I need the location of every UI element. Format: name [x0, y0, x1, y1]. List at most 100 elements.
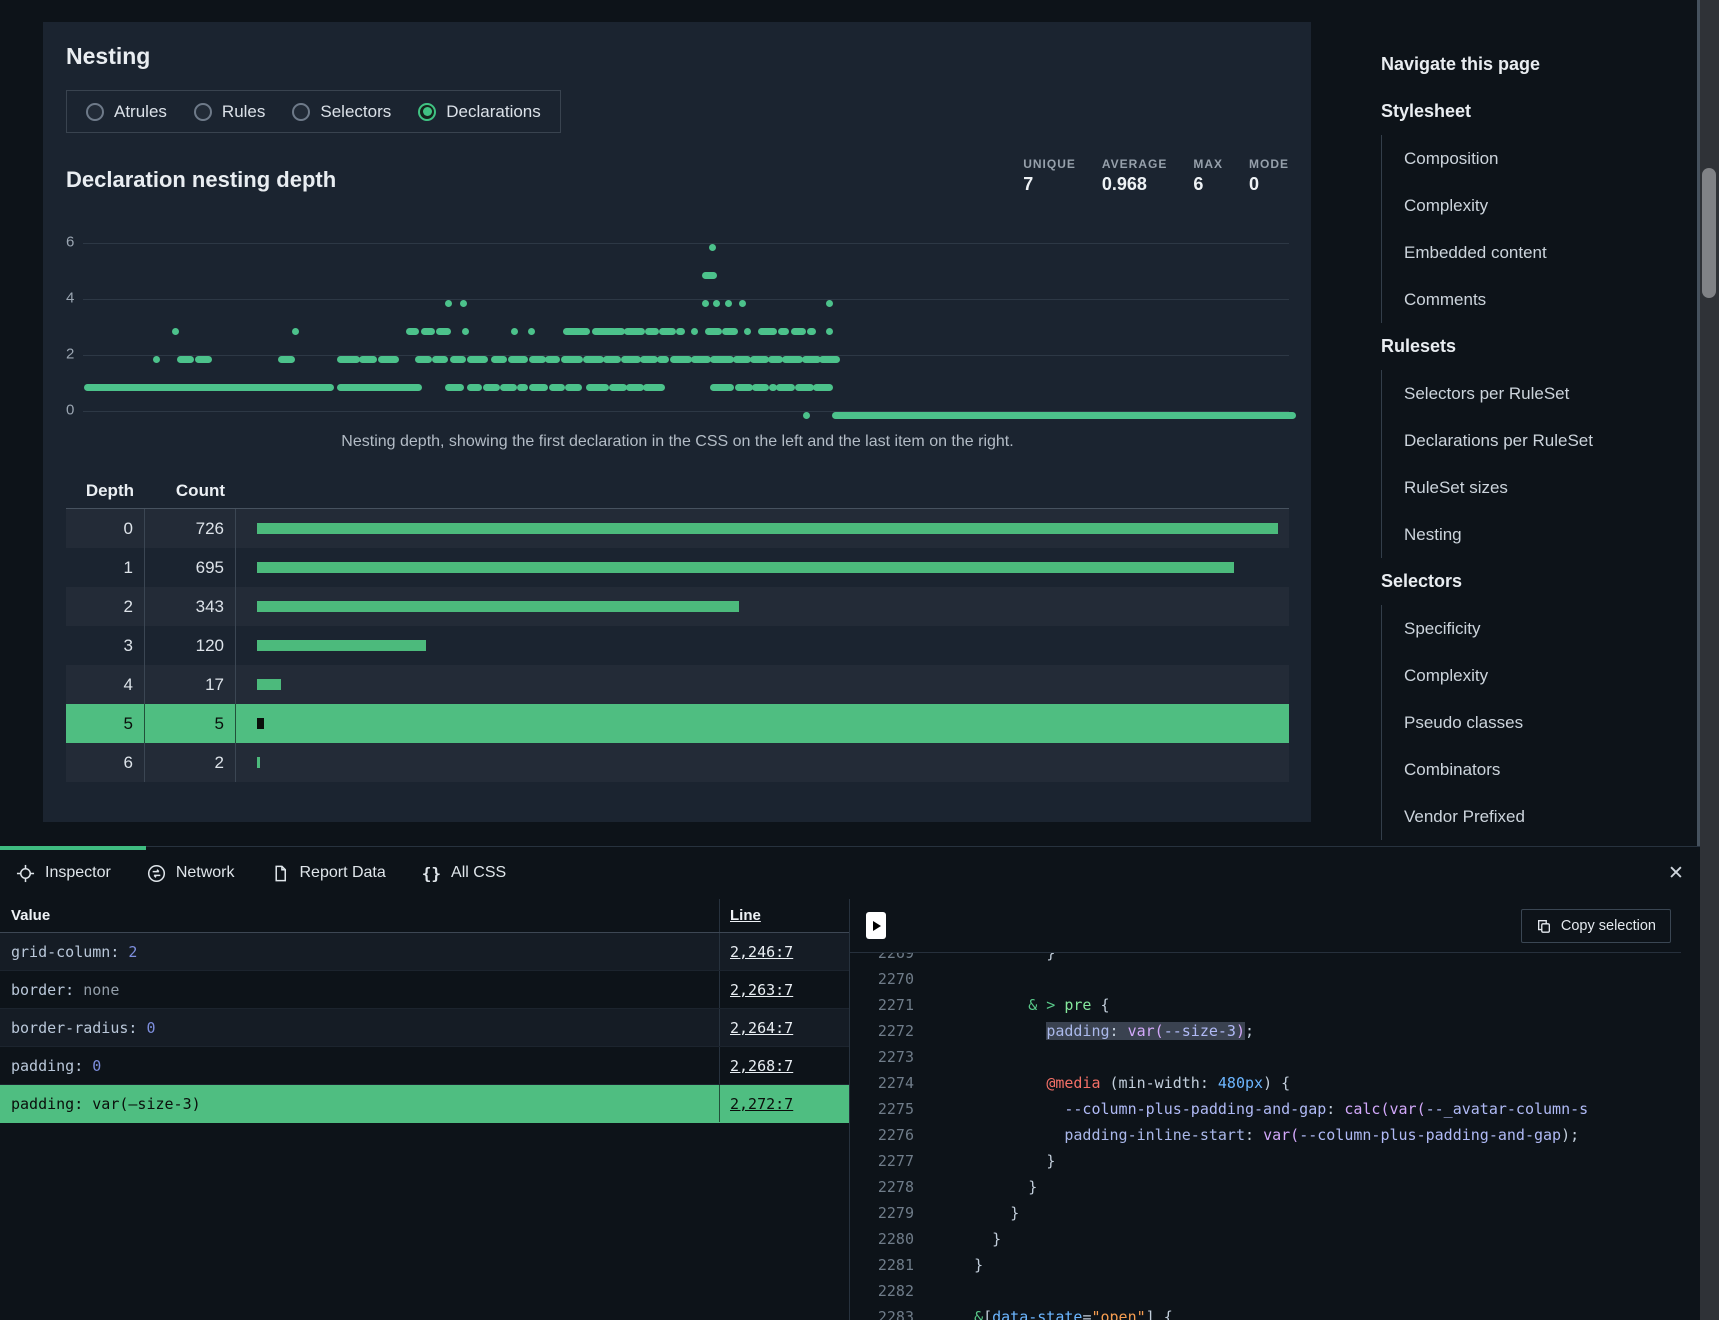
scatter-dot: [549, 384, 566, 391]
nav-item-embedded-content[interactable]: Embedded content: [1382, 229, 1680, 276]
scatter-dot: [725, 300, 732, 307]
nav-heading-selectors[interactable]: Selectors: [1350, 558, 1680, 605]
scatter-dot: [826, 328, 833, 335]
tab-all-css[interactable]: {}All CSS: [422, 864, 506, 883]
nav-item-complexity[interactable]: Complexity: [1382, 652, 1680, 699]
value-row[interactable]: padding: var(—size-3)2,272:7: [0, 1085, 849, 1123]
scatter-dot: [795, 384, 814, 391]
code-line: 2279 }: [850, 1200, 1681, 1226]
scatter-dot: [432, 356, 449, 363]
line-link[interactable]: 2,264:7: [730, 1019, 793, 1037]
line-column-header[interactable]: Line: [719, 899, 849, 932]
radio-atrules[interactable]: Atrules: [86, 102, 167, 122]
scatter-dot: [529, 384, 548, 391]
line-number: 2272: [850, 1018, 914, 1044]
count-bar: [257, 562, 1234, 573]
code-text: }: [956, 1200, 1019, 1226]
metric-radio-group: Atrules Rules Selectors Declarations: [66, 90, 561, 133]
nav-item-selectors-per-ruleset[interactable]: Selectors per RuleSet: [1382, 370, 1680, 417]
line-number: 2271: [850, 992, 914, 1018]
tab-inspector[interactable]: Inspector: [16, 864, 111, 883]
code-token: padding: [1046, 1022, 1109, 1040]
value-row[interactable]: grid-column: 22,246:7: [0, 933, 849, 971]
nav-item-pseudo-classes[interactable]: Pseudo classes: [1382, 699, 1680, 746]
radio-declarations[interactable]: Declarations: [418, 102, 541, 122]
nav-item-combinators[interactable]: Combinators: [1382, 746, 1680, 793]
nav-heading-rulesets[interactable]: Rulesets: [1350, 323, 1680, 370]
scatter-dots: [83, 211, 1289, 427]
code-token: [: [983, 1308, 992, 1320]
scatter-dot: [609, 384, 627, 391]
copy-selection-button[interactable]: Copy selection: [1521, 909, 1671, 943]
scatter-dot: [561, 356, 584, 363]
code-token: :: [1326, 1100, 1344, 1118]
depth-count-table: Depth Count 07261695234331204175562: [66, 473, 1289, 782]
depth-row-6[interactable]: 62: [66, 743, 1289, 782]
tab-network[interactable]: Network: [147, 864, 235, 883]
depth-row-5[interactable]: 55: [66, 704, 1289, 743]
depth-row-2[interactable]: 2343: [66, 587, 1289, 626]
value-row[interactable]: padding: 02,268:7: [0, 1047, 849, 1085]
radio-dot-icon: [423, 107, 432, 116]
scatter-dot: [645, 328, 659, 335]
nav-item-nesting[interactable]: Nesting: [1382, 511, 1680, 558]
line-link[interactable]: 2,263:7: [730, 981, 793, 999]
depth-row-3[interactable]: 3120: [66, 626, 1289, 665]
line-cell: 2,263:7: [719, 971, 849, 1008]
scatter-dot: [710, 384, 734, 391]
play-triangle-icon: [873, 921, 881, 931]
nav-heading-stylesheet[interactable]: Stylesheet: [1350, 88, 1680, 135]
nav-item-declarations-per-ruleset[interactable]: Declarations per RuleSet: [1382, 417, 1680, 464]
value-row[interactable]: border: none2,263:7: [0, 971, 849, 1009]
scatter-dot: [545, 356, 560, 363]
close-panel-button[interactable]: ✕: [1664, 861, 1688, 885]
depth-cell: 4: [66, 665, 145, 704]
scatter-dot: [603, 356, 621, 363]
nav-item-complexity[interactable]: Complexity: [1382, 182, 1680, 229]
stats-row: UNIQUE7AVERAGE0.968MAX6MODE0: [1023, 157, 1289, 195]
collapse-sidebar-icon[interactable]: [866, 912, 886, 939]
nav-item-composition[interactable]: Composition: [1382, 135, 1680, 182]
count-cell: 695: [145, 548, 236, 587]
depth-row-4[interactable]: 417: [66, 665, 1289, 704]
scatter-dot: [586, 384, 609, 391]
scatter-dot: [292, 328, 299, 335]
code-line: 2273: [850, 1044, 1681, 1070]
scatter-dot: [172, 328, 179, 335]
tab-report-data[interactable]: Report Data: [271, 864, 386, 883]
code-text: @media (min-width: 480px) {: [956, 1070, 1290, 1096]
line-link[interactable]: 2,246:7: [730, 943, 793, 961]
depth-row-0[interactable]: 0726: [66, 509, 1289, 548]
line-link[interactable]: 2,268:7: [730, 1057, 793, 1075]
tab-label: Inspector: [45, 864, 111, 882]
stat-unique: UNIQUE7: [1023, 157, 1076, 195]
scrollbar-thumb[interactable]: [1702, 168, 1716, 298]
nav-item-vendor-prefixed[interactable]: Vendor Prefixed: [1382, 793, 1680, 840]
radio-rules[interactable]: Rules: [194, 102, 265, 122]
line-link[interactable]: 2,272:7: [730, 1095, 793, 1113]
stat-max: MAX6: [1193, 157, 1223, 195]
code-token: }: [974, 1256, 983, 1274]
radio-selectors[interactable]: Selectors: [292, 102, 391, 122]
scatter-dot: [782, 356, 802, 363]
nav-item-specificity[interactable]: Specificity: [1382, 605, 1680, 652]
code-token: "open": [1091, 1308, 1145, 1320]
code-line: 2271 & > pre {: [850, 992, 1681, 1018]
scatter-dot: [511, 328, 518, 335]
count-cell: 120: [145, 626, 236, 665]
nav-item-comments[interactable]: Comments: [1382, 276, 1680, 323]
code-line: 2274 @media (min-width: 480px) {: [850, 1070, 1681, 1096]
scatter-dot: [565, 384, 582, 391]
braces-icon: {}: [422, 864, 441, 883]
line-number: 2275: [850, 1096, 914, 1122]
nav-item-ruleset-sizes[interactable]: RuleSet sizes: [1382, 464, 1680, 511]
code-text: &[data-state="open"] {: [956, 1304, 1173, 1320]
scatter-dot: [819, 356, 840, 363]
code-token: padding-inline-start: [1064, 1126, 1245, 1144]
depth-row-1[interactable]: 1695: [66, 548, 1289, 587]
value-row[interactable]: border-radius: 02,264:7: [0, 1009, 849, 1047]
scatter-dot: [624, 328, 644, 335]
line-cell: 2,268:7: [719, 1047, 849, 1084]
radio-label: Selectors: [320, 102, 391, 122]
scatter-dot: [195, 356, 212, 363]
